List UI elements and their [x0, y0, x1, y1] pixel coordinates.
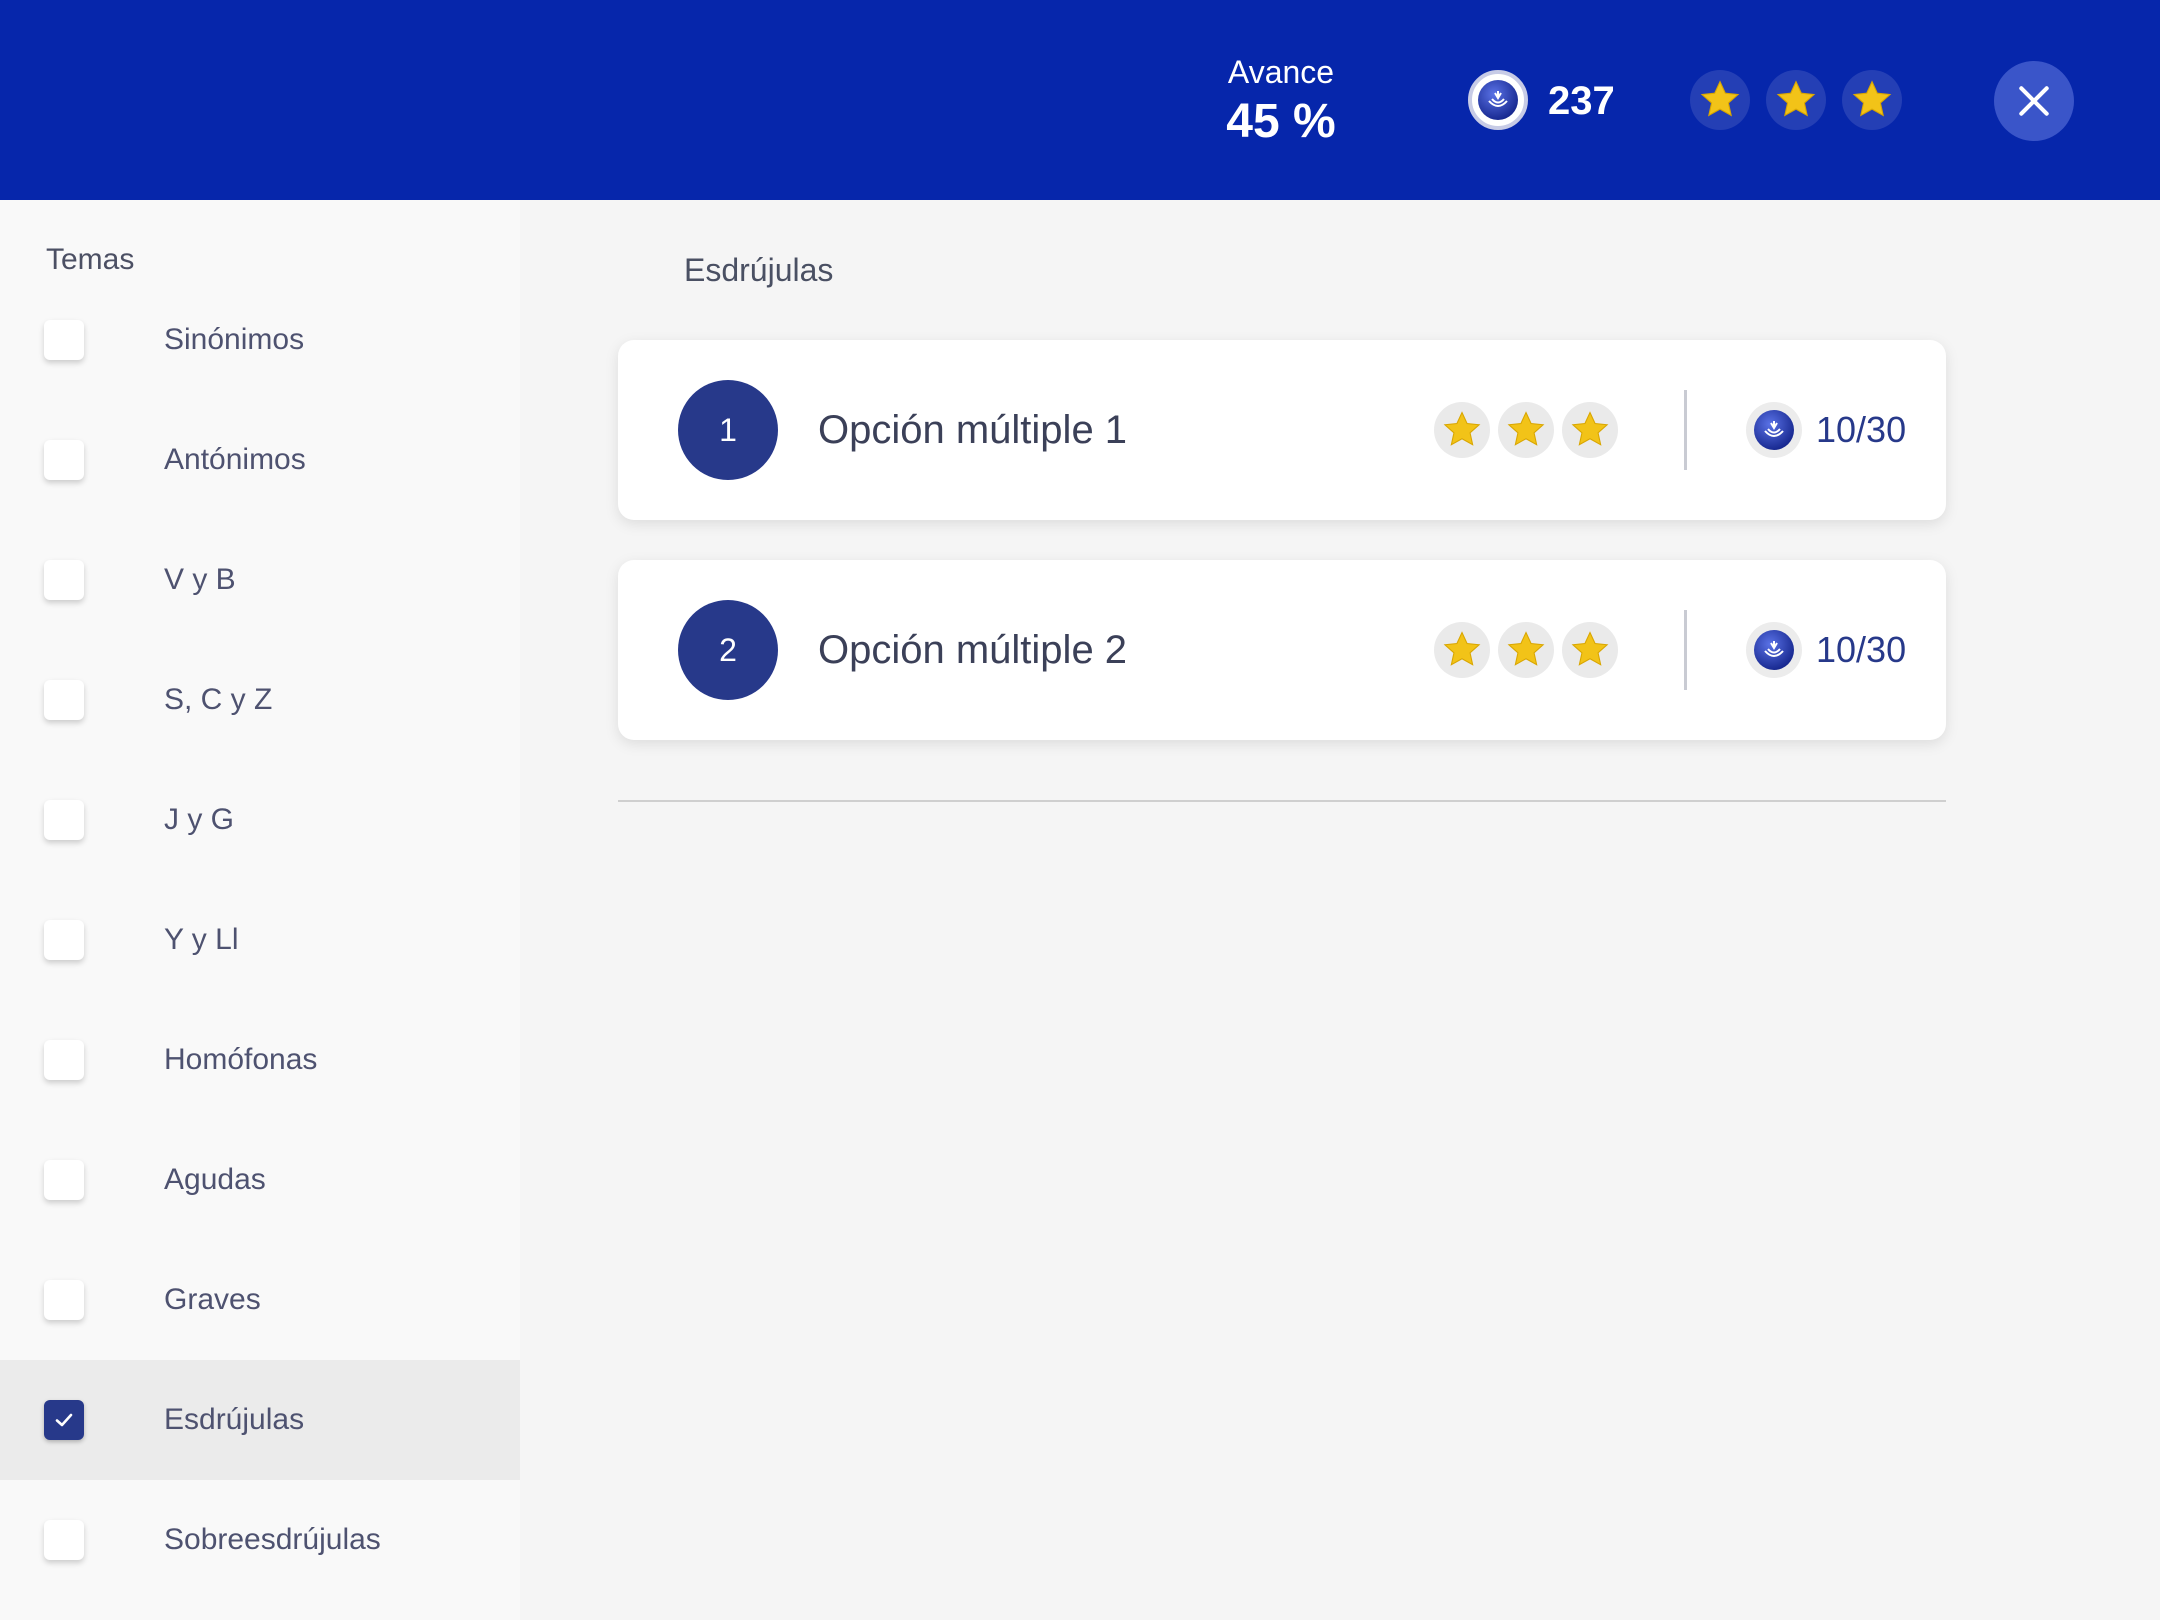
close-icon [2019, 86, 2049, 116]
activity-score: 10/30 [1816, 629, 1907, 670]
sidebar-item-j-y-g[interactable]: J y G [0, 760, 520, 880]
topic-checkbox[interactable] [44, 440, 84, 480]
sidebar-item-antonimos[interactable]: Antónimos [0, 400, 520, 520]
sidebar-title: Temas [46, 243, 135, 276]
sidebar-item-graves[interactable]: Graves [0, 1240, 520, 1360]
activity-title: Opción múltiple 1 [818, 408, 1128, 452]
sidebar-item-label: Agudas [164, 1163, 266, 1196]
coin-icon [1746, 622, 1802, 678]
star-icon [1434, 622, 1490, 678]
sidebar-item-label: S, C y Z [164, 683, 273, 716]
coin-count: 237 [1548, 79, 1615, 123]
sidebar-item-label: V y B [164, 563, 236, 596]
sidebar-item-sobreesdrujulas[interactable]: Sobreesdrújulas [0, 1480, 520, 1600]
topic-checkbox[interactable] [44, 680, 84, 720]
sidebar-item-label: J y G [164, 803, 235, 836]
topic-checkbox[interactable] [44, 560, 84, 600]
activity-stars [1434, 622, 1618, 678]
top-bar: Avance 45 % 237 [0, 0, 2160, 200]
sidebar-item-sinonimos[interactable]: Sinónimos [0, 280, 520, 400]
sidebar-item-label: Antónimos [164, 443, 306, 476]
activity-card[interactable]: 2 Opción múltiple 2 10/30 [618, 560, 1946, 740]
topic-checkbox[interactable] [44, 1040, 84, 1080]
topics-sidebar: Temas Sinónimos Antónimos V y B S, C y Z… [0, 200, 520, 1620]
sidebar-item-label: Y y Ll [164, 923, 239, 956]
sidebar-item-homofonas[interactable]: Homófonas [0, 1000, 520, 1120]
sidebar-item-label: Homófonas [164, 1043, 318, 1076]
sidebar-item-s-c-y-z[interactable]: S, C y Z [0, 640, 520, 760]
topic-checkbox[interactable] [44, 1160, 84, 1200]
star-icon [1842, 70, 1902, 130]
star-icon [1498, 622, 1554, 678]
card-divider [1684, 390, 1687, 470]
section-title: Esdrújulas [684, 252, 834, 288]
coin-icon [1468, 70, 1528, 130]
topic-checkbox[interactable] [44, 1400, 84, 1440]
coin-icon [1746, 402, 1802, 458]
activity-number: 1 [678, 380, 778, 480]
sidebar-item-label: Esdrújulas [164, 1403, 305, 1436]
topic-checkbox[interactable] [44, 800, 84, 840]
progress-value: 45 % [1226, 95, 1336, 148]
checkmark-icon [55, 1413, 73, 1427]
star-icon [1434, 402, 1490, 458]
sidebar-item-label: Sobreesdrújulas [164, 1523, 381, 1556]
star-icon [1562, 402, 1618, 458]
sidebar-item-v-y-b[interactable]: V y B [0, 520, 520, 640]
activity-card[interactable]: 1 Opción múltiple 1 10/30 [618, 340, 1946, 520]
topic-checkbox[interactable] [44, 1280, 84, 1320]
star-icon [1690, 70, 1750, 130]
sidebar-item-y-y-ll[interactable]: Y y Ll [0, 880, 520, 1000]
topic-checkbox[interactable] [44, 320, 84, 360]
sidebar-item-esdrujulas[interactable]: Esdrújulas [0, 1360, 520, 1480]
sidebar-item-label: Graves [164, 1283, 261, 1316]
header-stars [1690, 70, 1902, 130]
card-divider [1684, 610, 1687, 690]
close-button[interactable] [1994, 61, 2074, 141]
topic-checkbox[interactable] [44, 920, 84, 960]
progress-label: Avance [1227, 54, 1335, 90]
activity-number: 2 [678, 600, 778, 700]
star-icon [1766, 70, 1826, 130]
content-divider [618, 800, 1946, 802]
activity-score: 10/30 [1816, 409, 1907, 450]
progress-indicator: Avance 45 % [1200, 52, 1362, 152]
sidebar-item-label: Sinónimos [164, 323, 305, 356]
topic-checkbox[interactable] [44, 1520, 84, 1560]
activity-stars [1434, 402, 1618, 458]
star-icon [1498, 402, 1554, 458]
star-icon [1562, 622, 1618, 678]
activity-title: Opción múltiple 2 [818, 628, 1128, 672]
sidebar-item-agudas[interactable]: Agudas [0, 1120, 520, 1240]
